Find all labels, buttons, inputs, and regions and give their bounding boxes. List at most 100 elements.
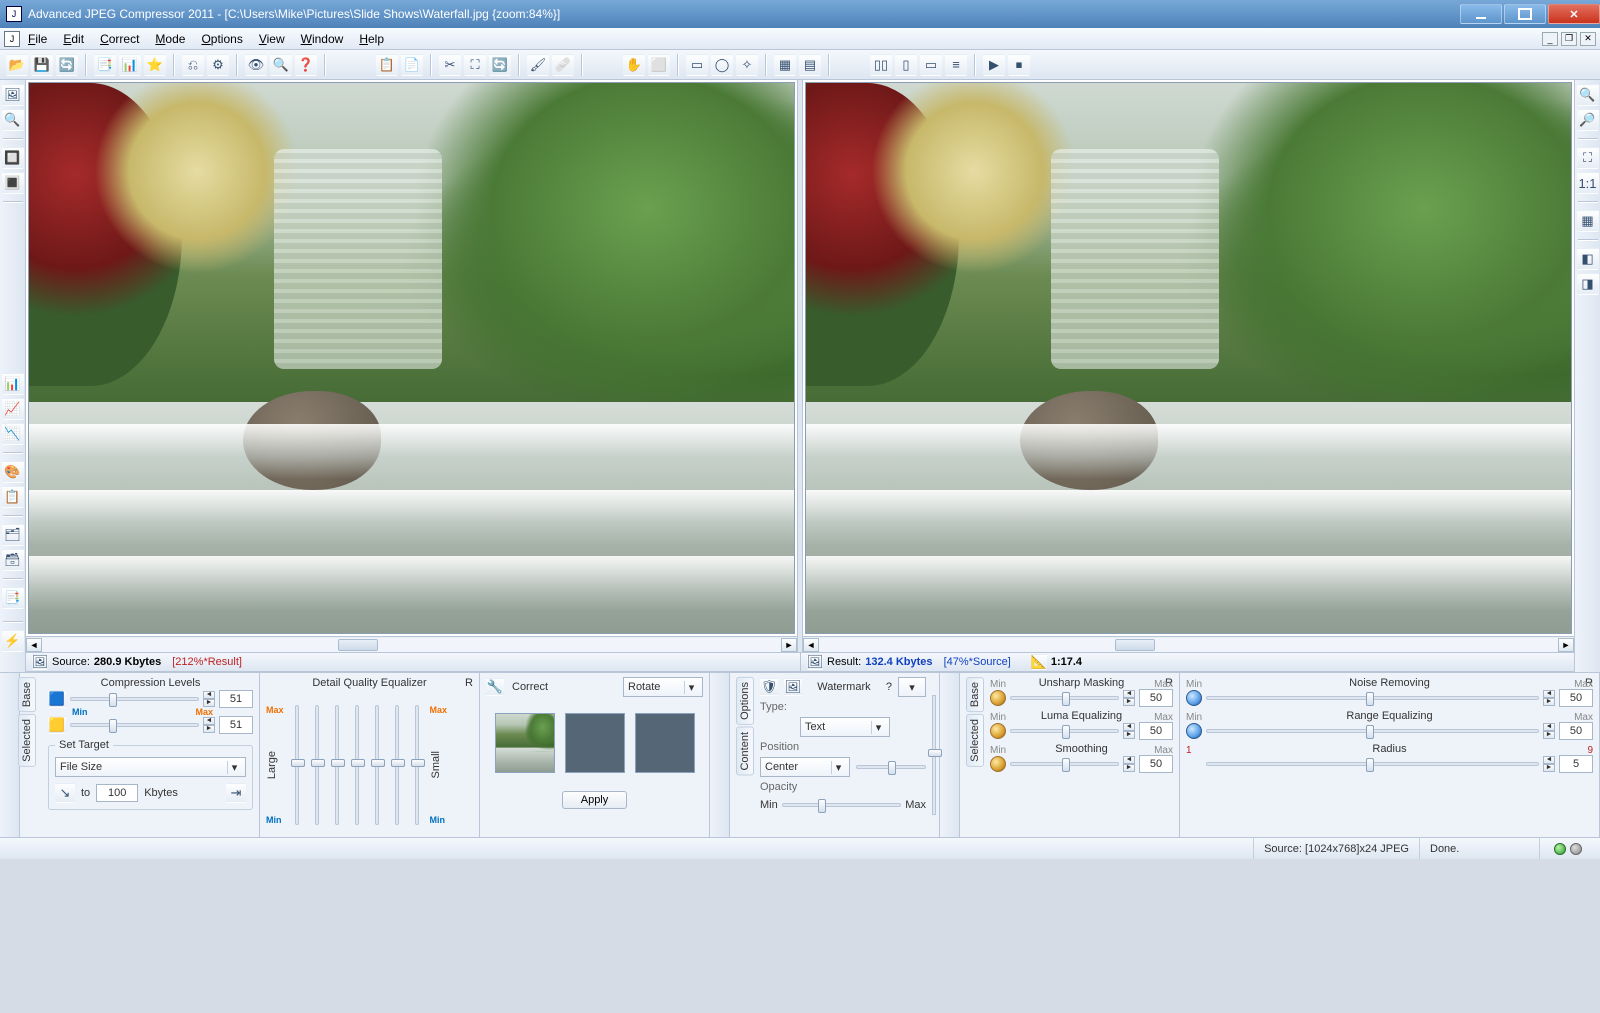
menu-correct[interactable]: Correct: [92, 30, 147, 48]
comp-slider-2[interactable]: [70, 723, 199, 727]
smooth-slider[interactable]: [1010, 762, 1119, 766]
preview-button[interactable]: ▶: [983, 54, 1005, 76]
menu-mode[interactable]: Mode: [147, 30, 193, 48]
select-ellipse-button[interactable]: ◯: [711, 54, 733, 76]
unsharp-slider[interactable]: [1010, 696, 1119, 700]
crop-button[interactable]: ✂: [439, 54, 461, 76]
close-button[interactable]: [1548, 4, 1600, 24]
rside-mode1-button[interactable]: ◧: [1577, 248, 1599, 270]
side-zoom-button[interactable]: 🔍: [2, 109, 24, 131]
target-apply-icon[interactable]: ↘: [55, 783, 75, 803]
side-panel4-button[interactable]: 🎨: [2, 461, 24, 483]
tab-selected[interactable]: Selected: [18, 714, 36, 767]
comp1-step-right[interactable]: ►: [203, 699, 215, 707]
hand-button[interactable]: ✋: [623, 54, 645, 76]
menu-options[interactable]: Options: [193, 30, 250, 48]
wm-opacity-slider[interactable]: [782, 803, 901, 807]
side-flash-button[interactable]: ⚡: [2, 630, 24, 652]
eq-band-2[interactable]: [315, 705, 319, 825]
side-panel5-button[interactable]: 📋: [2, 486, 24, 508]
side-thumb-button[interactable]: 🖼: [2, 84, 24, 106]
side-panel1-button[interactable]: 📊: [2, 373, 24, 395]
side-panel8-button[interactable]: 📑: [2, 587, 24, 609]
smooth-value[interactable]: 50: [1139, 755, 1173, 773]
eq-band-6[interactable]: [395, 705, 399, 825]
wm-type-dropdown[interactable]: Text▾: [800, 717, 890, 737]
comp-slider-1[interactable]: [70, 697, 199, 701]
result-image-view[interactable]: [805, 82, 1572, 634]
side-panel6-button[interactable]: 🗂: [2, 524, 24, 546]
resize-button[interactable]: ⛶: [464, 54, 486, 76]
tab-base-2[interactable]: Base: [966, 677, 984, 712]
menu-view[interactable]: View: [251, 30, 293, 48]
rside-fit-button[interactable]: ⛶: [1577, 147, 1599, 169]
menu-help[interactable]: Help: [351, 30, 392, 48]
side-panel3-button[interactable]: 📉: [2, 423, 24, 445]
settings-button[interactable]: ⚙: [207, 54, 229, 76]
brush-button[interactable]: 🖌: [527, 54, 549, 76]
stop-button[interactable]: ⏹: [1008, 54, 1030, 76]
region2-button[interactable]: ▤: [799, 54, 821, 76]
eq-band-7[interactable]: [415, 705, 419, 825]
unsharp-value[interactable]: 50: [1139, 689, 1173, 707]
source-hscrollbar[interactable]: ◄►: [26, 636, 797, 652]
undo-button[interactable]: ⎌: [182, 54, 204, 76]
apply-button[interactable]: Apply: [562, 791, 628, 809]
menu-file[interactable]: File: [20, 30, 55, 48]
pointer-button[interactable]: ⬜: [648, 54, 670, 76]
correct-mode-dropdown[interactable]: Rotate▾: [623, 677, 703, 697]
side-compare2-button[interactable]: 🔳: [2, 172, 24, 194]
target-value-input[interactable]: 100: [96, 784, 138, 802]
tab-selected-2[interactable]: Selected: [966, 714, 984, 767]
radius-value[interactable]: 5: [1559, 755, 1593, 773]
target-mode-dropdown[interactable]: File Size▾: [55, 757, 246, 777]
eq-band-4[interactable]: [355, 705, 359, 825]
rotate-preview-3[interactable]: [635, 713, 695, 773]
select-rect-button[interactable]: ▭: [686, 54, 708, 76]
target-go-button[interactable]: ⇥: [226, 783, 246, 803]
side-compare1-button[interactable]: 🔲: [2, 147, 24, 169]
mdi-close-button[interactable]: ✕: [1580, 32, 1596, 46]
menu-edit[interactable]: Edit: [55, 30, 92, 48]
result-hscrollbar[interactable]: ◄►: [803, 636, 1574, 652]
tab-base[interactable]: Base: [18, 677, 36, 712]
menu-window[interactable]: Window: [293, 30, 352, 48]
redeye-button[interactable]: 👁: [245, 54, 267, 76]
comp2-step-right[interactable]: ►: [203, 725, 215, 733]
mdi-minimize-button[interactable]: _: [1542, 32, 1558, 46]
layout3-button[interactable]: ▭: [920, 54, 942, 76]
comp1-step-left[interactable]: ◄: [203, 691, 215, 699]
wm-pos-dropdown[interactable]: Center▾: [760, 757, 850, 777]
tab-options[interactable]: Options: [736, 677, 754, 725]
luma-slider[interactable]: [1010, 729, 1119, 733]
help-button[interactable]: ❓: [295, 54, 317, 76]
reload-button[interactable]: 🔄: [56, 54, 78, 76]
eq-band-5[interactable]: [375, 705, 379, 825]
radius-slider[interactable]: [1206, 762, 1539, 766]
rotate-preview-1[interactable]: [495, 713, 555, 773]
rside-zoomin-button[interactable]: 🔍: [1577, 84, 1599, 106]
rside-actual-button[interactable]: 1:1: [1577, 172, 1599, 194]
save-button[interactable]: 💾: [31, 54, 53, 76]
layout2-button[interactable]: ▯: [895, 54, 917, 76]
source-image-view[interactable]: [28, 82, 795, 634]
noise-value[interactable]: 50: [1559, 689, 1593, 707]
comp1-value[interactable]: 51: [219, 690, 253, 708]
favorite-button[interactable]: ⭐: [144, 54, 166, 76]
info-button[interactable]: 🔍: [270, 54, 292, 76]
region1-button[interactable]: ▦: [774, 54, 796, 76]
rotate-button[interactable]: 🔄: [489, 54, 511, 76]
comp2-value[interactable]: 51: [219, 716, 253, 734]
luma-value[interactable]: 50: [1139, 722, 1173, 740]
maximize-button[interactable]: [1504, 4, 1546, 24]
batch-button[interactable]: 📑: [94, 54, 116, 76]
wm-pos-slider[interactable]: [856, 765, 926, 769]
rotate-preview-2[interactable]: [565, 713, 625, 773]
wm-vslider[interactable]: [932, 695, 936, 815]
eq-band-3[interactable]: [335, 705, 339, 825]
rside-grid-button[interactable]: ▦: [1577, 210, 1599, 232]
rside-zoomout-button[interactable]: 🔎: [1577, 109, 1599, 131]
minimize-button[interactable]: [1460, 4, 1502, 24]
select-free-button[interactable]: ✧: [736, 54, 758, 76]
copy-button[interactable]: 📋: [376, 54, 398, 76]
